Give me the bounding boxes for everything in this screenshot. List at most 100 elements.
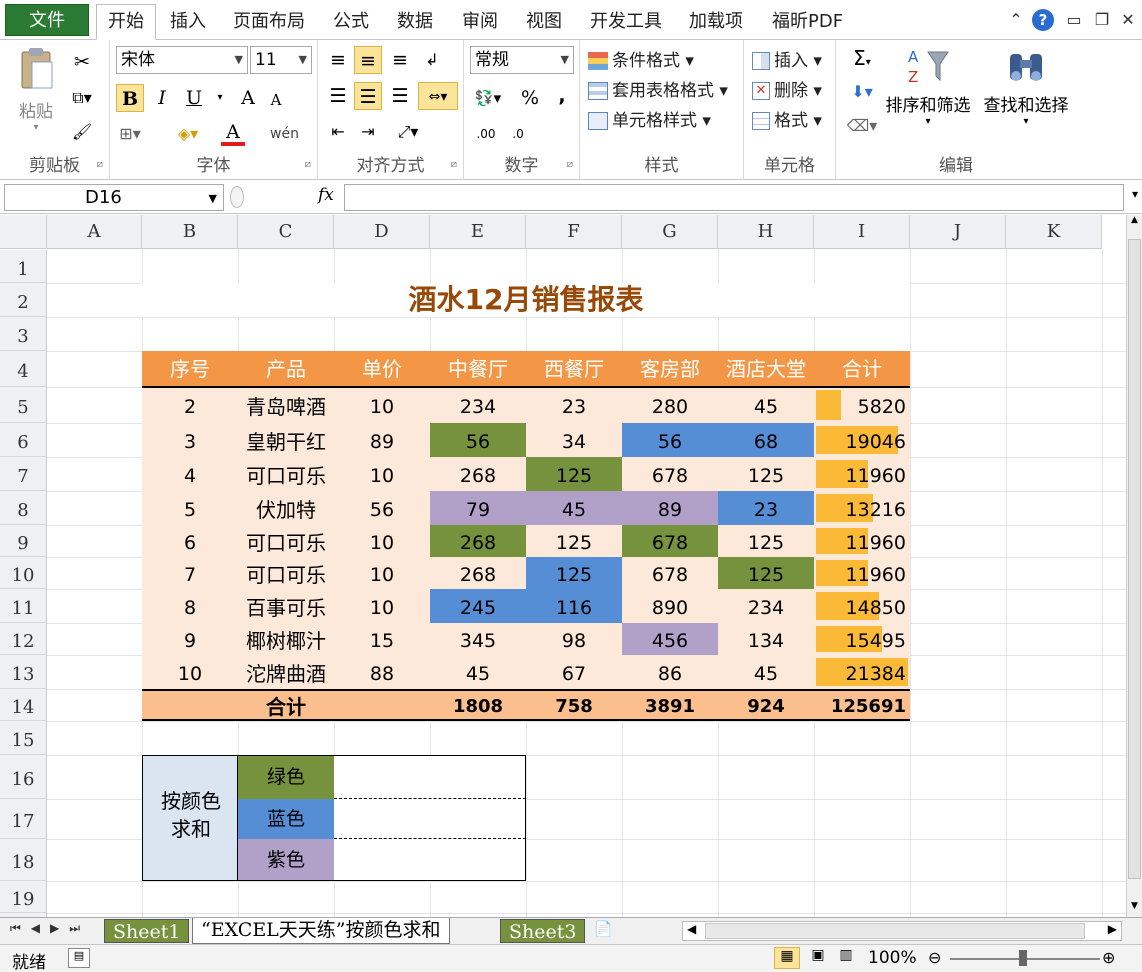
row-header-5[interactable]: 5 [0, 387, 47, 423]
row-header-19[interactable]: 19 [0, 881, 47, 913]
column-header-K[interactable]: K [1006, 215, 1102, 249]
tab-view[interactable]: 视图 [526, 5, 562, 39]
find-select-button[interactable]: 查找和选择 ▾ [976, 46, 1076, 127]
increase-decimal-icon[interactable]: .00 [472, 120, 500, 148]
column-header-I[interactable]: I [814, 215, 910, 249]
align-right-icon[interactable]: ☰ [386, 82, 414, 110]
clipboard-launcher-icon[interactable]: ⧄ [97, 159, 103, 170]
horizontal-scrollbar[interactable]: ◀ ▶ [682, 921, 1122, 941]
number-format-select[interactable]: 常规 ▼ [470, 46, 574, 74]
font-name-select[interactable]: 宋体 ▼ [116, 46, 248, 74]
align-center-icon[interactable]: ☰ [354, 82, 382, 110]
sheet-tab-3[interactable]: Sheet3 [500, 919, 586, 943]
column-header-J[interactable]: J [910, 215, 1006, 249]
align-middle-icon[interactable]: ≡ [354, 46, 382, 74]
zoom-slider-thumb[interactable] [1019, 950, 1027, 966]
align-top-icon[interactable]: ≡ [324, 46, 352, 74]
sheet-nav-icons[interactable]: ⏮◀▶⏭ [10, 921, 90, 936]
tab-data[interactable]: 数据 [397, 5, 433, 39]
page-layout-view-icon[interactable]: ▣ [806, 947, 830, 969]
format-as-table-button[interactable]: 套用表格格式 ▾ [588, 76, 728, 101]
row-header-6[interactable]: 6 [0, 423, 47, 457]
zoom-out-icon[interactable]: ⊖ [928, 948, 941, 967]
zoom-level[interactable]: 100% [868, 948, 917, 968]
column-header-C[interactable]: C [238, 215, 334, 249]
row-header-3[interactable]: 3 [0, 317, 47, 351]
scroll-right-icon[interactable]: ▶ [1108, 922, 1117, 936]
macro-record-icon[interactable]: ▤ [68, 948, 90, 968]
autosum-icon[interactable]: Σ▾ [844, 44, 880, 72]
decrease-indent-icon[interactable]: ⇤ [324, 118, 352, 146]
horizontal-scroll-thumb[interactable] [705, 923, 1085, 939]
italic-button[interactable]: I [148, 84, 176, 112]
conditional-format-button[interactable]: 条件格式 ▾ [588, 46, 694, 71]
page-break-view-icon[interactable]: ▥ [834, 947, 858, 969]
tab-developer[interactable]: 开发工具 [590, 5, 662, 39]
bold-button[interactable]: B [116, 84, 144, 112]
tab-foxit-pdf[interactable]: 福昕PDF [772, 5, 843, 39]
paste-button[interactable]: 粘贴 ▾ [10, 46, 62, 133]
row-header-17[interactable]: 17 [0, 799, 47, 839]
align-bottom-icon[interactable]: ≡ [386, 46, 414, 74]
row-header-13[interactable]: 13 [0, 655, 47, 689]
wrap-text-icon[interactable]: ↲ [418, 46, 446, 74]
grow-font-button[interactable]: A [234, 84, 262, 112]
normal-view-icon[interactable]: ▦ [774, 947, 800, 969]
column-header-G[interactable]: G [622, 215, 718, 249]
row-header-11[interactable]: 11 [0, 589, 47, 623]
row-header-1[interactable]: 1 [0, 250, 47, 283]
zoom-in-icon[interactable]: ⊕ [1102, 948, 1115, 967]
vertical-scrollbar[interactable]: ▲ ▼ [1126, 215, 1142, 917]
window-restore-icon[interactable]: ❐ [1092, 10, 1112, 30]
scroll-down-icon[interactable]: ▼ [1127, 901, 1142, 917]
orientation-icon[interactable]: ⤢▾ [394, 118, 422, 146]
window-close-icon[interactable]: ✕ [1118, 10, 1138, 30]
shrink-font-button[interactable]: A [262, 86, 290, 114]
increase-indent-icon[interactable]: ⇥ [354, 118, 382, 146]
sheet-tab-active[interactable]: “EXCEL天天练”按颜色求和 [192, 918, 450, 944]
column-header-B[interactable]: B [142, 215, 238, 249]
format-cells-button[interactable]: 格式 ▾ [752, 106, 822, 131]
row-header-12[interactable]: 12 [0, 623, 47, 655]
tab-page-layout[interactable]: 页面布局 [233, 5, 305, 39]
cell-styles-button[interactable]: 单元格样式 ▾ [588, 106, 711, 131]
number-launcher-icon[interactable]: ⧄ [567, 159, 573, 170]
row-header-18[interactable]: 18 [0, 839, 47, 881]
row-header-14[interactable]: 14 [0, 689, 47, 721]
row-header-4[interactable]: 4 [0, 351, 47, 387]
clear-icon[interactable]: ⌫▾ [844, 112, 880, 140]
column-header-A[interactable]: A [47, 215, 142, 249]
column-header-H[interactable]: H [718, 215, 814, 249]
tab-home[interactable]: 开始 [96, 4, 156, 40]
percent-icon[interactable]: % [516, 84, 544, 112]
format-painter-icon[interactable]: 🖌 [68, 118, 96, 146]
delete-cells-button[interactable]: ✕ 删除 ▾ [752, 76, 822, 101]
ribbon-minimize-icon[interactable]: ⌃ [1006, 10, 1026, 30]
formula-input[interactable] [344, 184, 1124, 211]
comma-icon[interactable]: , [548, 82, 576, 110]
formula-cancel-icon[interactable] [230, 186, 244, 208]
tab-insert[interactable]: 插入 [170, 5, 206, 39]
tab-review[interactable]: 审阅 [462, 5, 498, 39]
column-header-F[interactable]: F [526, 215, 622, 249]
font-color-icon[interactable]: A [218, 120, 248, 148]
cut-icon[interactable]: ✂ [68, 48, 96, 76]
sort-filter-button[interactable]: AZ 排序和筛选 ▾ [882, 46, 974, 127]
row-header-15[interactable]: 15 [0, 721, 47, 755]
font-size-select[interactable]: 11 ▼ [250, 46, 312, 74]
vertical-scroll-thumb[interactable] [1128, 239, 1141, 879]
expand-formula-icon[interactable]: ▾ [1132, 187, 1138, 201]
fill-icon[interactable]: ⬇▾ [844, 78, 880, 106]
row-header-2[interactable]: 2 [0, 283, 47, 317]
tab-formulas[interactable]: 公式 [333, 5, 369, 39]
row-header-7[interactable]: 7 [0, 457, 47, 491]
border-icon[interactable]: ⊞▾ [116, 120, 144, 148]
underline-dropdown-icon[interactable]: ▾ [206, 84, 234, 112]
phonetic-icon[interactable]: wén [270, 120, 299, 148]
worksheet-grid[interactable]: A B C D E F G H I J K 1 2 3 4 5 6 7 8 9 10 11 12 13 14 15 16 17 18 19… [0, 215, 1126, 917]
row-header-16[interactable]: 16 [0, 755, 47, 799]
scroll-left-icon[interactable]: ◀ [687, 922, 696, 936]
column-header-E[interactable]: E [430, 215, 526, 249]
row-header-9[interactable]: 9 [0, 525, 47, 557]
help-icon[interactable]: ? [1032, 9, 1054, 31]
